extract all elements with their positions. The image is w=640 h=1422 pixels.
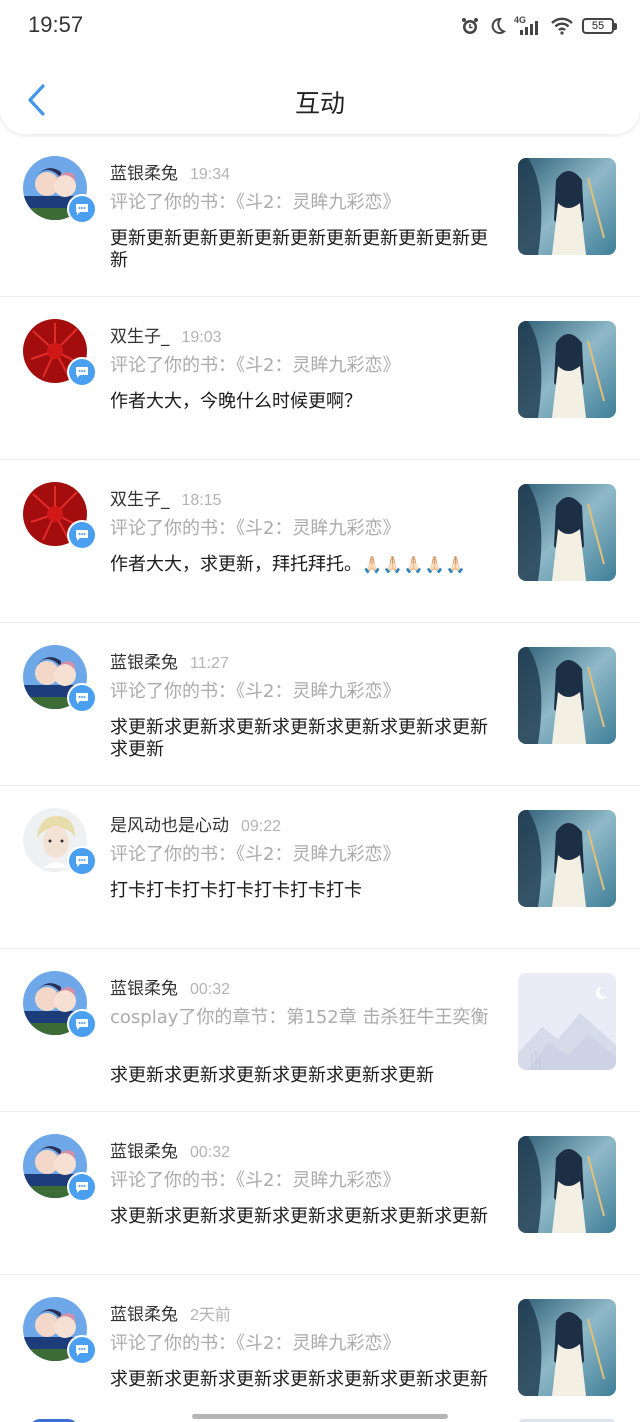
- user-name[interactable]: 蓝银柔兔: [110, 979, 178, 999]
- chat-bubble-icon: [76, 1182, 88, 1193]
- comment-badge: [67, 846, 97, 876]
- book-cover-thumbnail[interactable]: [518, 484, 616, 581]
- comment-text: 求更新求更新求更新求更新求更新求更新求更新求更新: [110, 717, 488, 760]
- avatar[interactable]: [23, 319, 97, 387]
- action-context[interactable]: 评论了你的书：《斗2：灵眸九彩恋》: [110, 355, 490, 377]
- chat-bubble-icon: [76, 367, 88, 378]
- avatar[interactable]: [23, 1297, 97, 1365]
- wifi-icon: [550, 16, 574, 36]
- comment-badge: [67, 1172, 97, 1202]
- user-name[interactable]: 双生子_: [110, 490, 170, 510]
- chat-bubble-icon: [76, 1345, 88, 1356]
- alarm-icon: [460, 16, 480, 36]
- user-name-line: 蓝银柔兔 00:32: [110, 974, 230, 999]
- placeholder-image-thumbnail[interactable]: [518, 973, 616, 1070]
- comment-text: 打卡打卡打卡打卡打卡打卡打卡: [110, 880, 362, 901]
- user-name[interactable]: 蓝银柔兔: [110, 1305, 178, 1325]
- comment-text: 求更新求更新求更新求更新求更新求更新: [110, 1065, 434, 1086]
- timestamp: 19:34: [190, 166, 231, 183]
- book-cover-thumbnail[interactable]: [518, 647, 616, 744]
- comment-text: 作者大大，今晚什么时候更啊？: [110, 391, 362, 412]
- action-context[interactable]: 评论了你的书：《斗2：灵眸九彩恋》: [110, 844, 490, 866]
- moon-icon: [488, 17, 506, 35]
- book-cover-thumbnail[interactable]: [518, 158, 616, 255]
- comment-badge: [67, 683, 97, 713]
- comment-text: 作者大大，求更新，拜托拜托。🙏🏻🙏🏻🙏🏻🙏🏻🙏🏻: [110, 554, 490, 576]
- user-name[interactable]: 蓝银柔兔: [110, 164, 178, 184]
- user-name[interactable]: 蓝银柔兔: [110, 653, 178, 673]
- list-item[interactable]: 双生子_ 19:03 评论了你的书：《斗2：灵眸九彩恋》 作者大大，今晚什么时候更…: [0, 297, 640, 460]
- user-name-line: 是风动也是心动 09:22: [110, 811, 281, 836]
- chat-bubble-icon: [76, 204, 88, 215]
- chat-bubble-icon: [76, 693, 88, 704]
- svg-text:4G: 4G: [514, 15, 526, 25]
- timestamp: 18:15: [181, 492, 222, 509]
- comment-badge: [67, 194, 97, 224]
- user-name-line: 蓝银柔兔 11:27: [110, 648, 229, 673]
- list-item[interactable]: 蓝银柔兔 11:27 评论了你的书：《斗2：灵眸九彩恋》 求更新求更新求更新求更新…: [0, 623, 640, 786]
- avatar[interactable]: [23, 482, 97, 550]
- timestamp: 2天前: [190, 1307, 231, 1324]
- timestamp: 11:27: [190, 655, 229, 672]
- user-name[interactable]: 蓝银柔兔: [110, 1142, 178, 1162]
- page-title: 互动: [294, 89, 345, 118]
- comment-badge: [67, 520, 97, 550]
- interaction-list: 蓝银柔兔 19:34 评论了你的书：《斗2：灵眸九彩恋》 更新更新更新更新更新更新…: [0, 134, 640, 1422]
- comment-text: 求更新求更新求更新求更新求更新求更新求更新: [110, 1206, 488, 1227]
- user-name-line: 蓝银柔兔 2天前: [110, 1300, 231, 1325]
- timestamp: 00:32: [190, 981, 231, 998]
- user-name-line: 双生子_ 18:15: [110, 485, 222, 510]
- comment-badge: [67, 1009, 97, 1039]
- avatar[interactable]: [23, 156, 97, 224]
- book-cover-thumbnail[interactable]: [518, 810, 616, 907]
- status-icons: 4G 55: [460, 14, 617, 38]
- user-name-line: 双生子_ 19:03: [110, 322, 222, 347]
- list-item[interactable]: 双生子_ 18:15 评论了你的书：《斗2：灵眸九彩恋》 作者大大，求更新，拜托拜…: [0, 460, 640, 623]
- chat-bubble-icon: [76, 1019, 88, 1030]
- list-item[interactable]: 蓝银柔兔 00:32 cosplay了你的章节：第152章 击杀狂牛王奕衡 求更新…: [0, 949, 640, 1112]
- timestamp: 00:32: [190, 1144, 231, 1161]
- book-cover-thumbnail[interactable]: [518, 1299, 616, 1396]
- list-item[interactable]: 蓝银柔兔 00:32 评论了你的书：《斗2：灵眸九彩恋》 求更新求更新求更新求更新…: [0, 1112, 640, 1275]
- user-name-line: 蓝银柔兔 00:32: [110, 1137, 230, 1162]
- book-cover-thumbnail[interactable]: [518, 1136, 616, 1233]
- comment-badge: [67, 357, 97, 387]
- book-cover-thumbnail[interactable]: [518, 321, 616, 418]
- comment-body: 作者大大，求更新，拜托拜托。: [110, 554, 362, 575]
- user-name-line: 蓝银柔兔 19:34: [110, 159, 230, 184]
- timestamp: 09:22: [241, 818, 282, 835]
- action-context[interactable]: 评论了你的书：《斗2：灵眸九彩恋》: [110, 518, 490, 540]
- list-item[interactable]: 蓝银柔兔 19:34 评论了你的书：《斗2：灵眸九彩恋》 更新更新更新更新更新更新…: [0, 134, 640, 297]
- top-bar: 19:57 4G 55 互动: [0, 0, 640, 134]
- comment-text: 求更新求更新求更新求更新求更新求更新求更新: [110, 1369, 488, 1390]
- comment-text: 更新更新更新更新更新更新更新更新更新更新更新: [110, 228, 488, 271]
- avatar[interactable]: [23, 645, 97, 713]
- action-context[interactable]: 评论了你的书：《斗2：灵眸九彩恋》: [110, 1170, 490, 1192]
- list-item[interactable]: 是风动也是心动 09:22 评论了你的书：《斗2：灵眸九彩恋》 打卡打卡打卡打卡打…: [0, 786, 640, 949]
- avatar[interactable]: [23, 1134, 97, 1202]
- chat-bubble-icon: [76, 530, 88, 541]
- action-context[interactable]: 评论了你的书：《斗2：灵眸九彩恋》: [110, 192, 490, 214]
- home-indicator[interactable]: [192, 1414, 448, 1419]
- list-item[interactable]: 蓝银柔兔 2天前 评论了你的书：《斗2：灵眸九彩恋》 求更新求更新求更新求更新求更…: [0, 1275, 640, 1422]
- timestamp: 19:03: [181, 329, 222, 346]
- pray-emoji-group: 🙏🏻🙏🏻🙏🏻🙏🏻🙏🏻: [362, 555, 467, 574]
- signal-icon: 4G: [514, 15, 542, 37]
- status-time: 19:57: [28, 12, 84, 37]
- user-name[interactable]: 双生子_: [110, 327, 170, 347]
- action-context[interactable]: 评论了你的书：《斗2：灵眸九彩恋》: [110, 1333, 490, 1355]
- battery-indicator: 55: [582, 18, 617, 34]
- avatar[interactable]: [23, 808, 97, 876]
- avatar[interactable]: [23, 971, 97, 1039]
- chat-bubble-icon: [76, 856, 88, 867]
- comment-badge: [67, 1335, 97, 1365]
- user-name[interactable]: 是风动也是心动: [110, 816, 229, 836]
- action-context[interactable]: cosplay了你的章节：第152章 击杀狂牛王奕衡: [110, 1007, 490, 1029]
- action-context[interactable]: 评论了你的书：《斗2：灵眸九彩恋》: [110, 681, 490, 703]
